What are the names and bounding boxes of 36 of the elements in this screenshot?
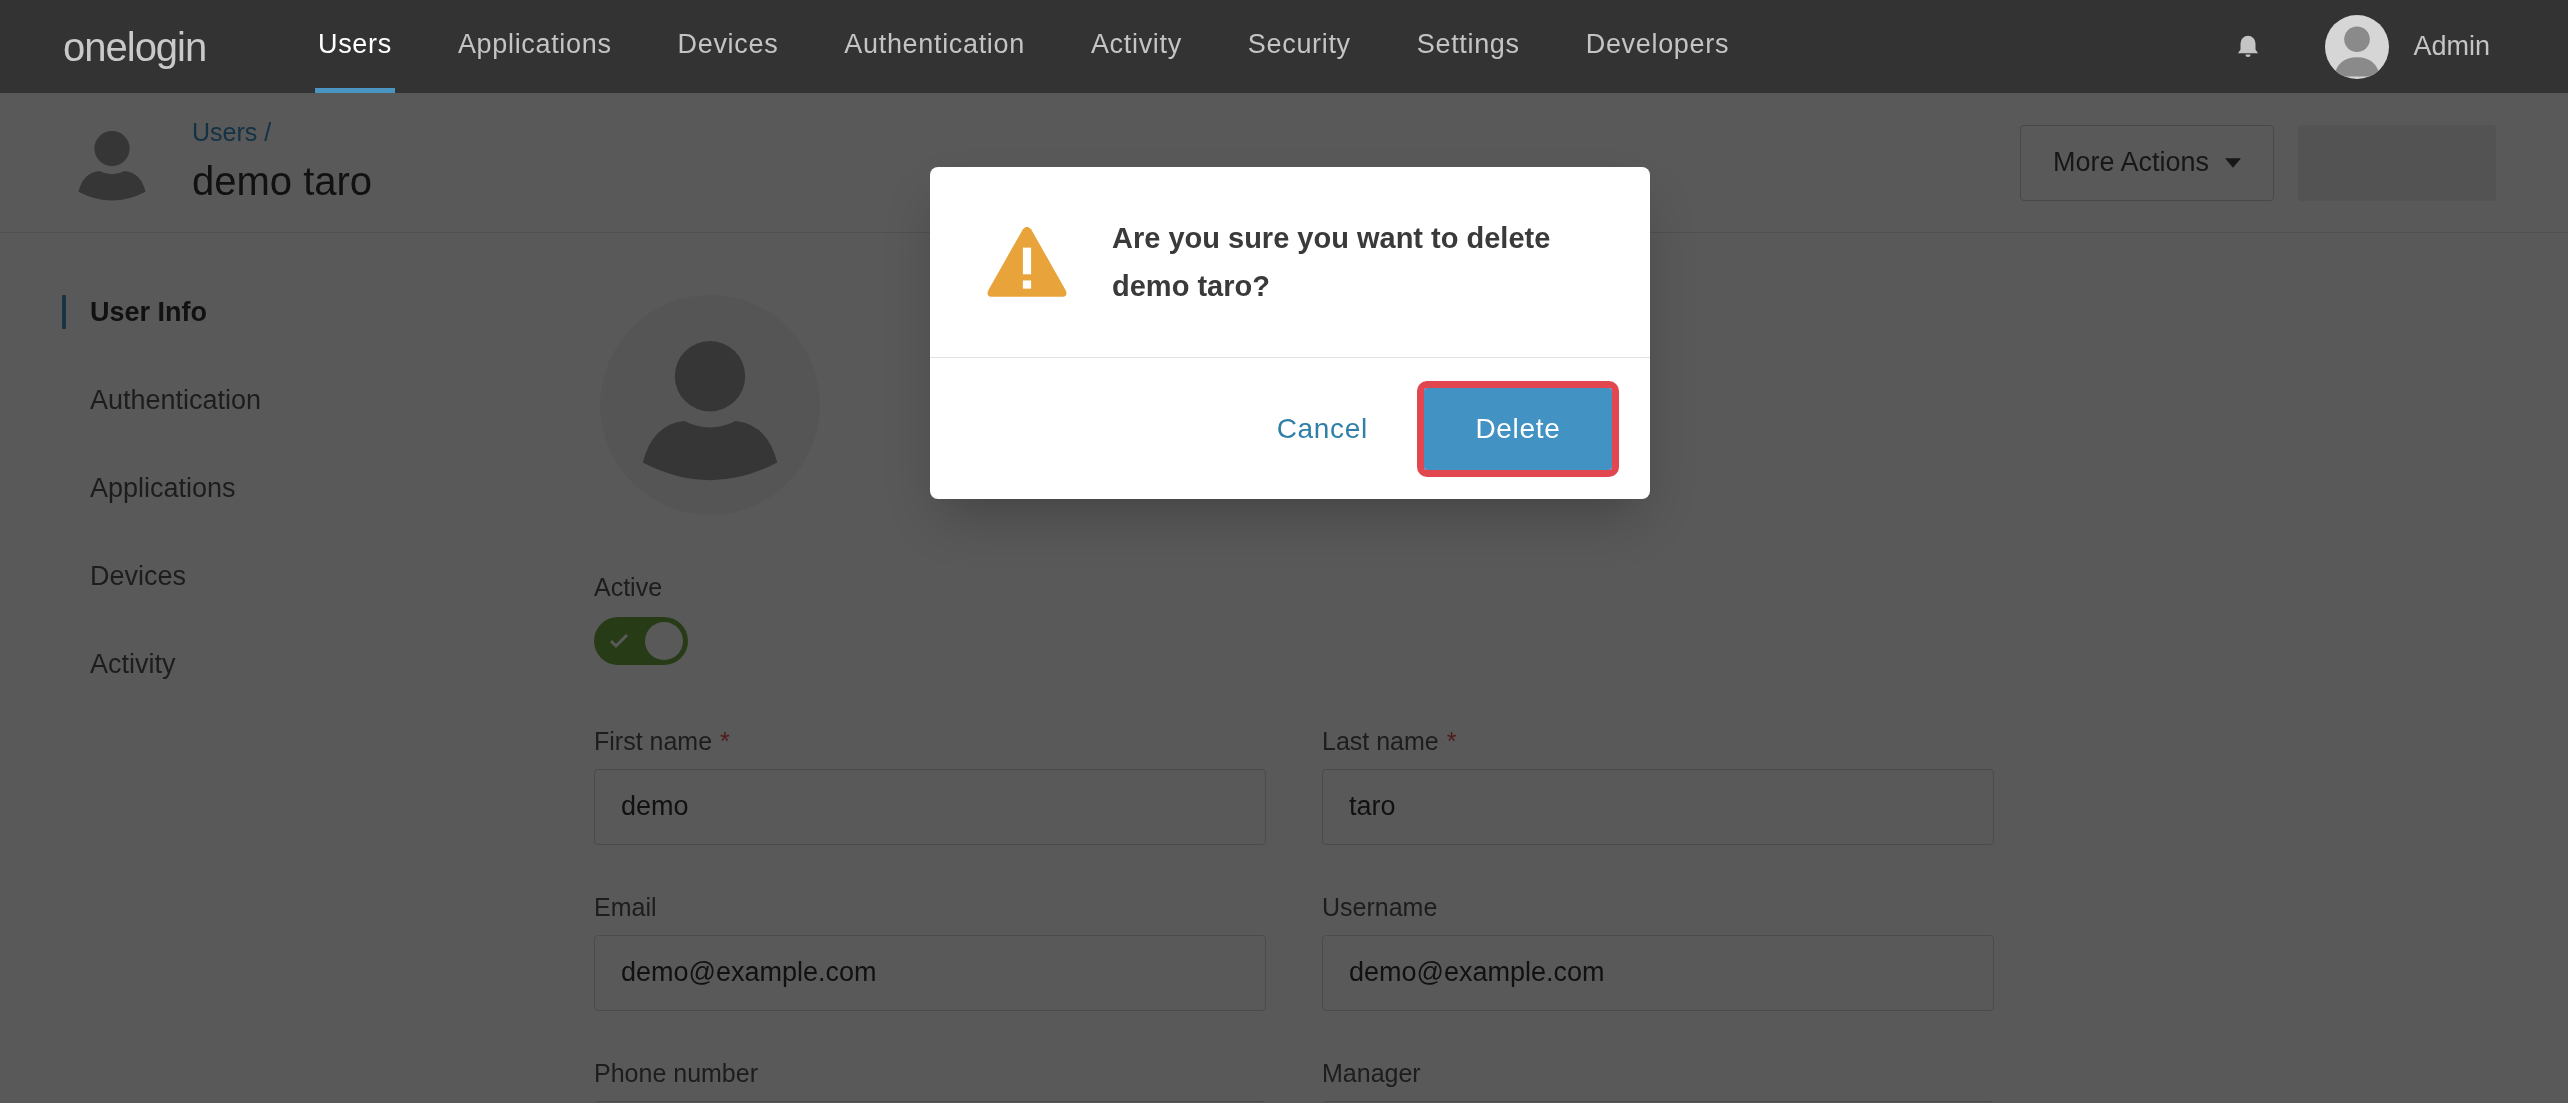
page-title: demo taro	[192, 158, 373, 206]
text-field[interactable]: demo@example.com	[1322, 934, 1994, 1011]
text-field[interactable]: taro	[1322, 768, 1994, 845]
field-label: Active	[594, 572, 664, 603]
nav-tab[interactable]: Devices	[674, 0, 782, 93]
text-field[interactable]: demo	[594, 768, 1266, 845]
dialog-message: Are you sure you want to delete demo taro?	[1112, 221, 1552, 304]
nav-tab[interactable]: Settings	[1413, 0, 1523, 93]
nav-tab[interactable]: Users	[315, 0, 395, 93]
field-label: Email	[594, 891, 657, 923]
active-toggle[interactable]	[594, 616, 688, 665]
field-label: Last name	[1322, 725, 1439, 757]
field-label: Manager	[1322, 1057, 1421, 1089]
sidebar-item[interactable]: Authentication	[62, 383, 594, 417]
nav-tab[interactable]: Applications	[454, 0, 615, 93]
sidebar-item[interactable]: Applications	[62, 471, 594, 505]
sidebar-item[interactable]: Devices	[62, 559, 594, 593]
nav-tab[interactable]: Developers	[1582, 0, 1733, 93]
nav-tab[interactable]: Security	[1244, 0, 1354, 93]
field-label: Username	[1322, 891, 1438, 923]
required-mark: *	[720, 725, 730, 757]
cancel-button[interactable]: Cancel	[1276, 407, 1368, 450]
logo[interactable]: onelogin	[63, 16, 315, 77]
nav-tab[interactable]: Authentication	[841, 0, 1028, 93]
more-actions-button[interactable]: More Actions	[2019, 124, 2274, 201]
warning-icon	[986, 225, 1068, 299]
required-mark: *	[1446, 725, 1457, 757]
breadcrumb-link[interactable]: Users /	[192, 113, 373, 152]
field-label: Phone number	[594, 1057, 758, 1089]
sidebar-item[interactable]: Activity	[62, 647, 594, 681]
caret-icon	[2225, 157, 2241, 168]
text-field[interactable]: demo@example.com	[594, 934, 1266, 1011]
field-label: First name	[594, 725, 713, 757]
user-name[interactable]: Admin	[2413, 26, 2490, 67]
nav-tab[interactable]: Activity	[1087, 0, 1185, 93]
sidebar-item[interactable]: User Info	[62, 295, 594, 329]
